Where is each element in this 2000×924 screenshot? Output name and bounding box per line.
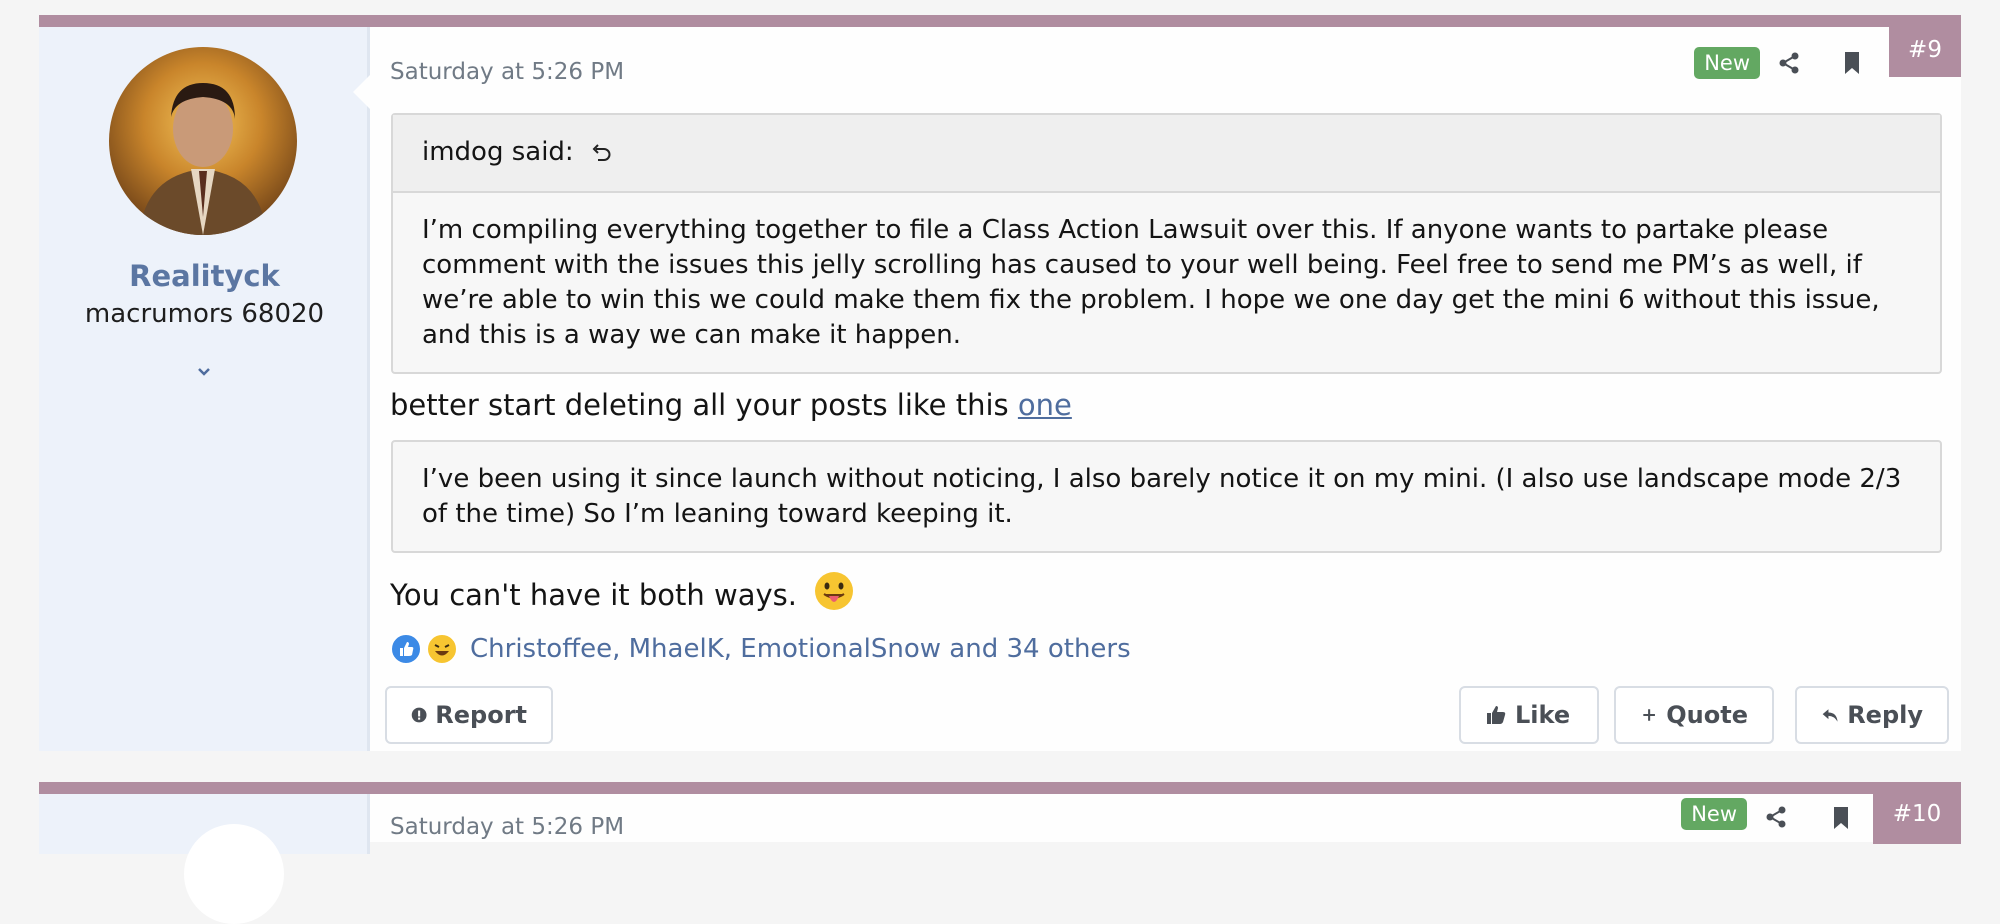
inline-quote: I’ve been using it since launch without … xyxy=(391,440,1942,553)
post-link[interactable]: one xyxy=(1018,388,1072,422)
reply-label: Reply xyxy=(1847,701,1923,729)
post-body-text: better start deleting all your posts lik… xyxy=(390,388,1009,422)
like-button[interactable]: Like xyxy=(1459,686,1599,744)
haha-reaction-icon xyxy=(426,633,458,665)
user-sidebar xyxy=(39,794,370,924)
bookmark-icon[interactable] xyxy=(1829,804,1853,832)
report-icon xyxy=(411,707,427,723)
quote-jump-icon[interactable] xyxy=(590,142,612,164)
user-sidebar: Realityck macrumors 68020 xyxy=(39,27,370,751)
plus-icon xyxy=(1643,709,1655,721)
quote-header: imdog said: xyxy=(393,115,1940,193)
reply-icon xyxy=(1822,709,1838,722)
new-badge: New xyxy=(1681,798,1747,830)
quote-author[interactable]: imdog said: xyxy=(422,137,574,167)
post-date[interactable]: Saturday at 5:26 PM xyxy=(390,59,624,85)
post-number[interactable]: #10 xyxy=(1873,794,1961,844)
new-badge: New xyxy=(1694,47,1760,79)
post-body-line-2: You can't have it both ways. xyxy=(390,571,854,612)
quote-text: I’m compiling everything together to fil… xyxy=(422,215,1880,350)
tongue-emoji xyxy=(814,571,854,611)
message-post-9: Realityck macrumors 68020 Saturday at 5:… xyxy=(39,15,1961,751)
reaction-users[interactable]: Christoffee, MhaelK, EmotionalSnow and 3… xyxy=(470,634,1131,664)
message-main: Saturday at 5:26 PM New #10 xyxy=(375,794,1961,844)
post-body-text-2: You can't have it both ways. xyxy=(390,578,797,612)
thumbs-up-icon xyxy=(1487,706,1506,724)
quote-button[interactable]: Quote xyxy=(1614,686,1774,744)
avatar[interactable] xyxy=(184,824,284,924)
user-title: macrumors 68020 xyxy=(84,299,325,329)
reply-button[interactable]: Reply xyxy=(1795,686,1949,744)
bookmark-icon[interactable] xyxy=(1840,49,1864,77)
message-post-10: Saturday at 5:26 PM New #10 xyxy=(39,782,1961,924)
username[interactable]: Realityck xyxy=(39,259,370,293)
avatar[interactable] xyxy=(109,47,297,235)
post-number[interactable]: #9 xyxy=(1889,27,1961,77)
post-body-line: better start deleting all your posts lik… xyxy=(390,388,1072,422)
chevron-down-icon[interactable] xyxy=(189,357,219,387)
reactions-bar[interactable]: Christoffee, MhaelK, EmotionalSnow and 3… xyxy=(390,632,1131,666)
like-label: Like xyxy=(1515,701,1571,729)
report-label: Report xyxy=(435,701,527,729)
like-reaction-icon xyxy=(390,633,422,665)
quote-label: Quote xyxy=(1666,701,1748,729)
report-button[interactable]: Report xyxy=(385,686,553,744)
post-date[interactable]: Saturday at 5:26 PM xyxy=(390,814,624,840)
share-icon[interactable] xyxy=(1774,48,1804,78)
share-icon[interactable] xyxy=(1761,802,1791,832)
message-main: Saturday at 5:26 PM New #9 imdog said: I… xyxy=(375,27,1961,751)
quote-block: imdog said: I’m compiling everything tog… xyxy=(391,113,1942,374)
speech-notch xyxy=(353,75,370,109)
